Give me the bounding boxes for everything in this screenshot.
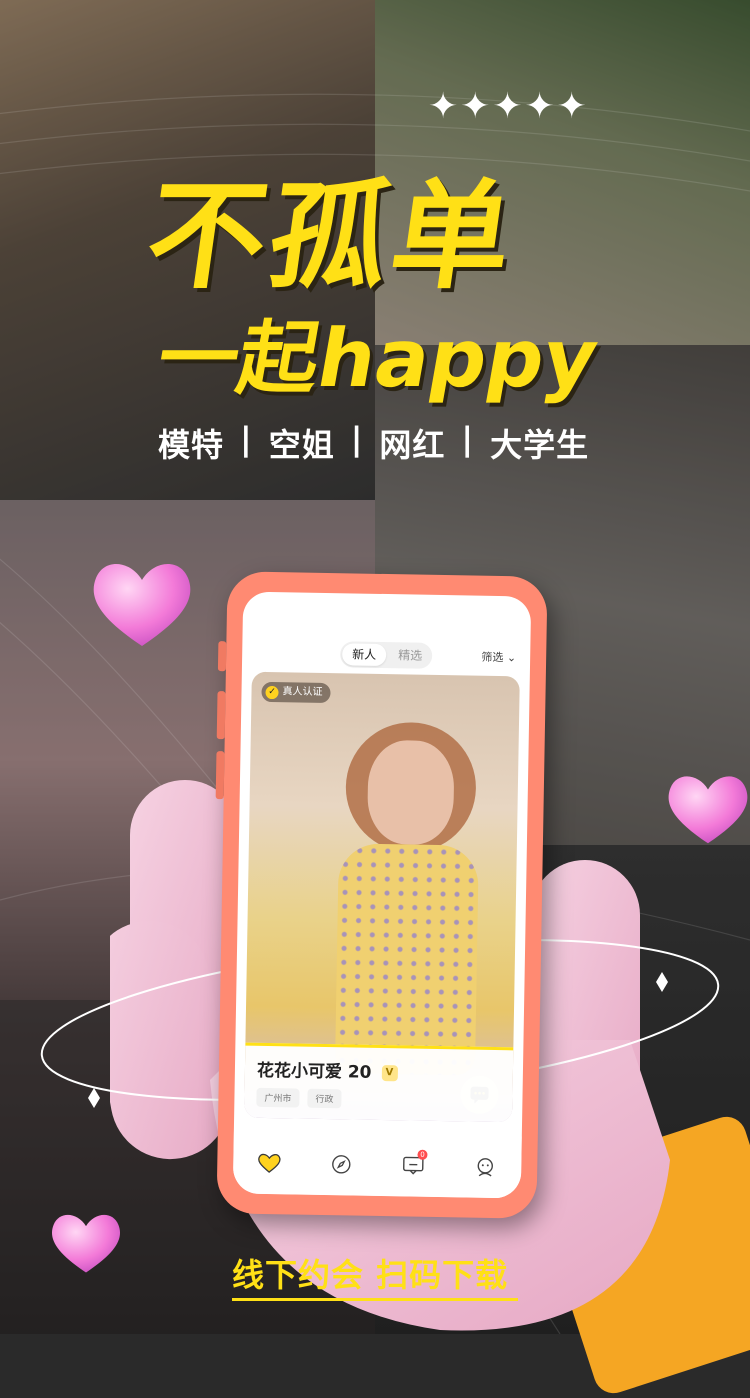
profile-age: 20 (347, 1062, 372, 1083)
top-bar: 新人 精选 筛选 ⌄ (242, 640, 530, 675)
profile-name: 花花小可爱 (256, 1060, 343, 1083)
category-tags: 模特 | 空姐 | 网红 | 大学生 (158, 420, 589, 466)
sparkle-stars: ✦✦✦✦✦ (428, 86, 589, 127)
tag-separator: | (240, 420, 253, 458)
nav-profile[interactable] (471, 1153, 499, 1181)
nav-home[interactable] (255, 1149, 283, 1177)
chip-city: 广州市 (256, 1087, 300, 1108)
tab-new[interactable]: 新人 (342, 643, 387, 667)
verified-badge: ✓ 真人认证 (261, 681, 331, 704)
nav-messages[interactable]: 0 (399, 1149, 428, 1179)
profile-icon (477, 1158, 493, 1177)
tag-model: 模特 (158, 426, 225, 464)
profile-photo-pattern (334, 843, 479, 1076)
profile-card[interactable]: ✓ 真人认证 花花小可爱 20 V 广州市 行政 (244, 671, 520, 1123)
phone-side-button (216, 691, 226, 740)
segment-tabs: 新人 精选 (339, 641, 433, 669)
home-heart-icon (258, 1153, 281, 1173)
discover-compass-icon (332, 1155, 351, 1174)
phone-mockup: 新人 精选 筛选 ⌄ ✓ 真人认证 花花小可爱 20 V 广州市 行政 0 (215, 571, 548, 1219)
app-screen: 新人 精选 筛选 ⌄ ✓ 真人认证 花花小可爱 20 V 广州市 行政 0 (232, 591, 532, 1199)
phone-side-button (215, 751, 225, 800)
profile-name-row: 花花小可爱 20 V (257, 1056, 398, 1083)
tag-influencer: 网红 (379, 426, 446, 464)
tag-separator: | (461, 420, 475, 458)
headline-subtitle: 一起happy (150, 312, 605, 405)
filter-label: 筛选 (481, 650, 504, 665)
nav-discover[interactable] (327, 1150, 355, 1178)
tag-flight-attendant: 空姐 (268, 426, 335, 464)
phone-side-button (217, 641, 227, 672)
chevron-down-icon: ⌄ (506, 651, 517, 665)
download-cta[interactable]: 线下约会 扫码下载 (232, 1250, 508, 1296)
floating-heart-icon (51, 1214, 121, 1273)
check-icon: ✓ (265, 685, 279, 699)
profile-chips: 广州市 行政 (256, 1087, 342, 1109)
verified-label: 真人认证 (282, 686, 323, 698)
tag-separator: | (350, 420, 364, 458)
message-badge: 0 (417, 1149, 428, 1160)
tab-featured[interactable]: 精选 (388, 642, 432, 669)
floating-heart-icon (668, 776, 748, 844)
headline-title: 不孤单 (138, 167, 525, 305)
vip-icon: V (381, 1065, 398, 1082)
profile-photo-face (366, 739, 455, 846)
floating-heart-icon (93, 563, 191, 646)
filter-button[interactable]: 筛选 ⌄ (481, 649, 516, 666)
profile-info: 花花小可爱 20 V 广州市 行政 (244, 1042, 514, 1123)
bottom-nav: 0 (232, 1131, 522, 1199)
tag-student: 大学生 (490, 426, 590, 464)
chip-job: 行政 (307, 1088, 342, 1109)
cta-underline (232, 1298, 518, 1301)
